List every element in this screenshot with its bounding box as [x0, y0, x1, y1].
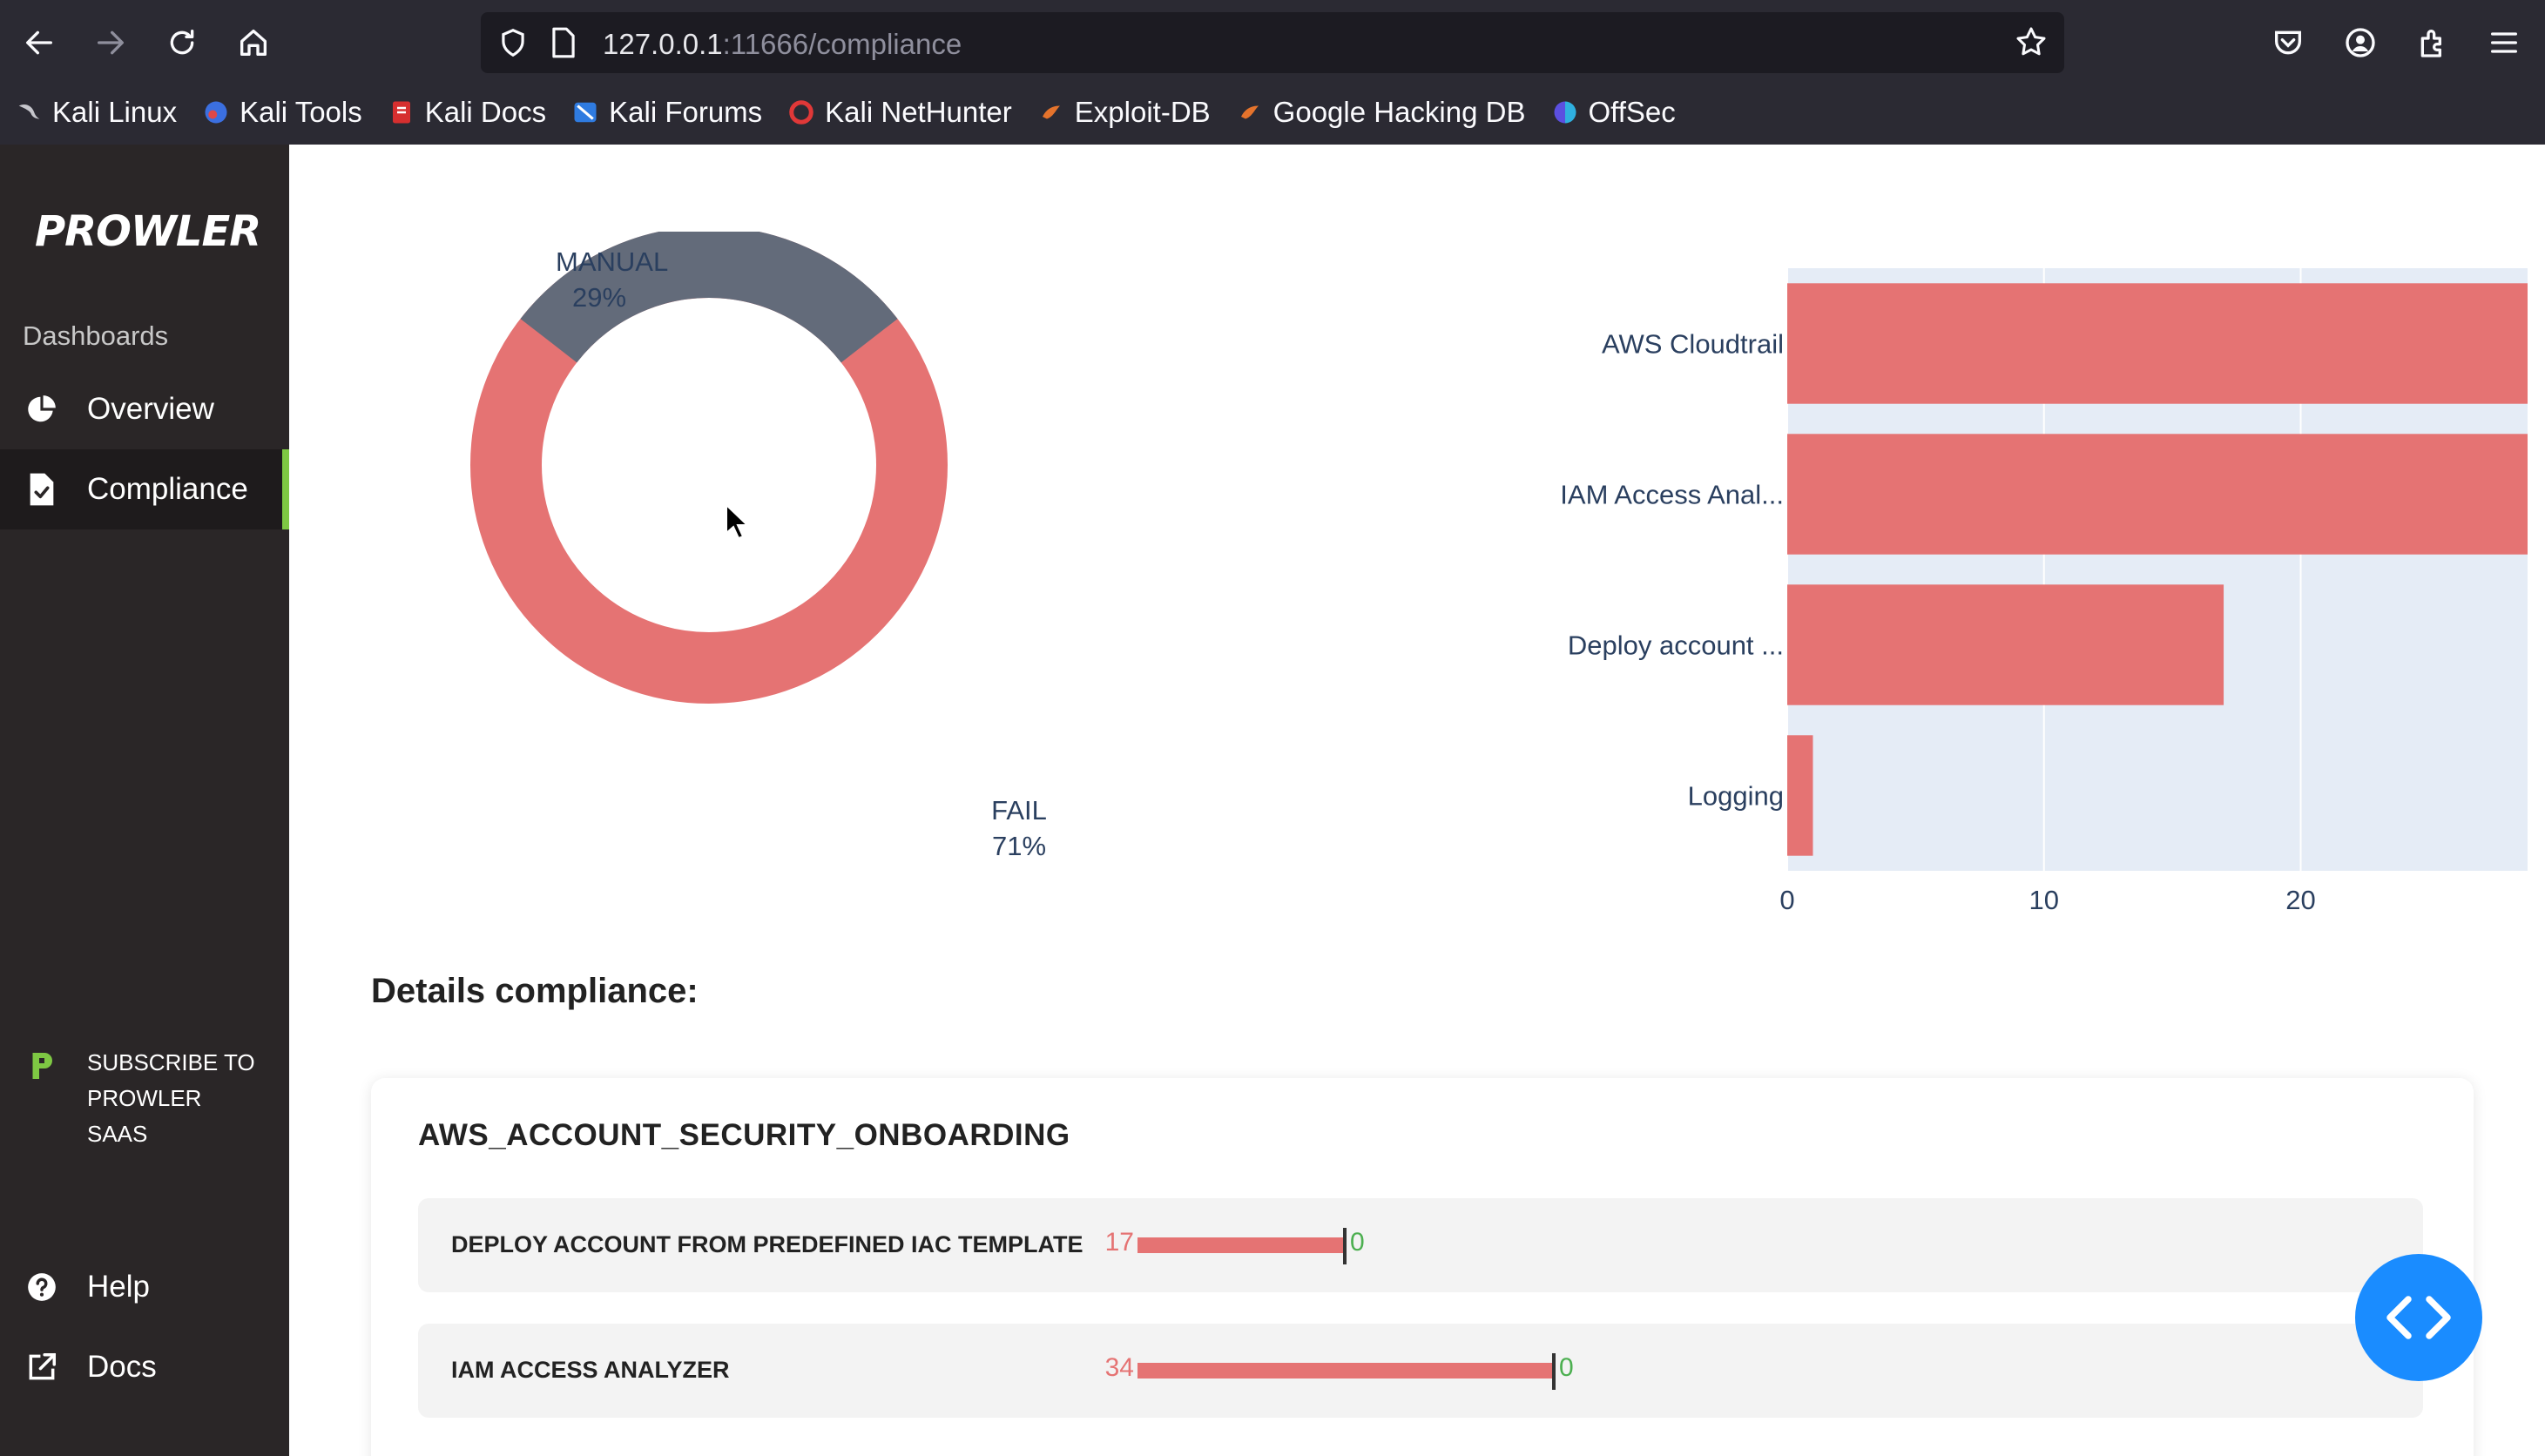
- pass-count: 0: [1559, 1353, 1574, 1382]
- bar-chart: 0102030AWS CloudtrailIAM Access Anal...D…: [1560, 268, 2528, 915]
- card-title: AWS_ACCOUNT_SECURITY_ONBOARDING: [418, 1118, 1070, 1152]
- shield-icon[interactable]: [496, 26, 530, 64]
- pocket-icon[interactable]: [2265, 19, 2312, 66]
- bookmark-kali-nethunter[interactable]: Kali NetHunter: [788, 96, 1012, 129]
- exploit-db-icon: [1038, 99, 1064, 125]
- sidebar-item-label: Overview: [87, 392, 214, 426]
- forward-button[interactable]: [87, 19, 134, 66]
- browser-toolbar: 127.0.0.1:11666/compliance Kali Linux Ka…: [0, 0, 2545, 145]
- compliance-card: AWS_ACCOUNT_SECURITY_ONBOARDING DEPLOY A…: [371, 1078, 2474, 1456]
- ghdb-icon: [1237, 99, 1263, 125]
- subscribe-line: SUBSCRIBE TO: [87, 1049, 255, 1075]
- bookmark-kali-linux[interactable]: Kali Linux: [16, 96, 177, 129]
- compliance-row[interactable]: DEPLOY ACCOUNT FROM PREDEFINED IAC TEMPL…: [418, 1198, 2423, 1292]
- main-content: MANUAL 29% FAIL 71% 0102030AWS Cloudtrai…: [289, 145, 2545, 1456]
- page-icon: [549, 26, 578, 64]
- bookmark-exploit-db[interactable]: Exploit-DB: [1038, 96, 1211, 129]
- fail-bar: [1137, 1363, 1556, 1378]
- sidebar: PROWLER Dashboards Overview Compliance S…: [0, 145, 289, 1456]
- home-button[interactable]: [230, 19, 277, 66]
- y-category-label: IAM Access Anal...: [1560, 480, 1784, 510]
- y-category-label: Deploy account ...: [1568, 630, 1784, 661]
- compliance-row[interactable]: IAM ACCESS ANALYZER 34 0: [418, 1324, 2423, 1418]
- bar[interactable]: [1787, 434, 2528, 555]
- help-icon: [24, 1270, 59, 1304]
- external-link-icon: [24, 1350, 59, 1385]
- sidebar-item-compliance[interactable]: Compliance: [0, 449, 289, 529]
- sidebar-item-label: Docs: [87, 1350, 157, 1384]
- x-tick-label: 20: [2285, 885, 2315, 915]
- code-toggle-button[interactable]: [2355, 1254, 2482, 1381]
- reload-button[interactable]: [159, 19, 206, 66]
- nethunter-icon: [788, 99, 814, 125]
- bar-separator: [1552, 1353, 1556, 1390]
- extensions-icon[interactable]: [2409, 19, 2456, 66]
- kali-docs-icon: [388, 99, 415, 125]
- sidebar-item-label: Compliance: [87, 472, 248, 506]
- x-tick-label: 10: [2029, 885, 2058, 915]
- bar-separator: [1343, 1228, 1347, 1264]
- bookmark-kali-tools[interactable]: Kali Tools: [203, 96, 362, 129]
- row-label: IAM ACCESS ANALYZER: [451, 1357, 730, 1383]
- bar[interactable]: [1787, 735, 1813, 856]
- subscribe-link[interactable]: SUBSCRIBE TO PROWLER SAAS: [28, 1049, 255, 1152]
- fail-count: 34: [1104, 1353, 1134, 1382]
- offsec-icon: [1552, 99, 1578, 125]
- menu-icon[interactable]: [2481, 19, 2528, 66]
- sidebar-item-help[interactable]: Help: [0, 1247, 289, 1327]
- sidebar-item-label: Help: [87, 1270, 150, 1304]
- bookmarks-bar: Kali Linux Kali Tools Kali Docs Kali For…: [0, 85, 2545, 139]
- x-tick-label: 0: [1779, 885, 1794, 915]
- kali-dragon-icon: [16, 99, 42, 125]
- back-button[interactable]: [16, 19, 63, 66]
- sidebar-item-overview[interactable]: Overview: [0, 369, 289, 449]
- y-category-label: AWS Cloudtrail: [1602, 329, 1784, 360]
- fail-count: 17: [1104, 1228, 1134, 1257]
- donut-chart: [470, 232, 948, 704]
- pie-chart-icon: [24, 392, 59, 427]
- account-icon[interactable]: [2337, 19, 2384, 66]
- bookmark-kali-docs[interactable]: Kali Docs: [388, 96, 546, 129]
- y-category-label: Logging: [1688, 781, 1784, 812]
- donut-label-manual: MANUAL 29%: [556, 246, 669, 313]
- kali-forums-icon: [572, 99, 598, 125]
- url-text[interactable]: 127.0.0.1:11666/compliance: [603, 28, 962, 61]
- pass-count: 0: [1350, 1228, 1365, 1257]
- subscribe-line: SAAS: [87, 1121, 148, 1147]
- file-check-icon: [24, 472, 59, 507]
- kali-tools-icon: [203, 99, 229, 125]
- bookmark-offsec[interactable]: OffSec: [1552, 96, 1676, 129]
- row-label: DEPLOY ACCOUNT FROM PREDEFINED IAC TEMPL…: [451, 1231, 1083, 1257]
- bar[interactable]: [1787, 283, 2528, 404]
- mouse-cursor-icon: [726, 503, 750, 540]
- donut-label-fail: FAIL 71%: [991, 795, 1047, 861]
- prowler-p-icon: [28, 1050, 56, 1086]
- sidebar-item-docs[interactable]: Docs: [0, 1327, 289, 1407]
- star-icon[interactable]: [2014, 24, 2049, 64]
- details-compliance-title: Details compliance:: [371, 972, 699, 1010]
- sidebar-section-title: Dashboards: [23, 320, 169, 351]
- code-arrows-icon: [2386, 1296, 2451, 1339]
- bookmark-google-hacking-db[interactable]: Google Hacking DB: [1237, 96, 1526, 129]
- prowler-logo[interactable]: PROWLER: [35, 207, 261, 256]
- bar[interactable]: [1787, 584, 2224, 705]
- subscribe-line: PROWLER: [87, 1085, 202, 1111]
- bookmark-kali-forums[interactable]: Kali Forums: [572, 96, 762, 129]
- fail-bar: [1137, 1237, 1347, 1253]
- url-bar[interactable]: 127.0.0.1:11666/compliance: [481, 12, 2064, 73]
